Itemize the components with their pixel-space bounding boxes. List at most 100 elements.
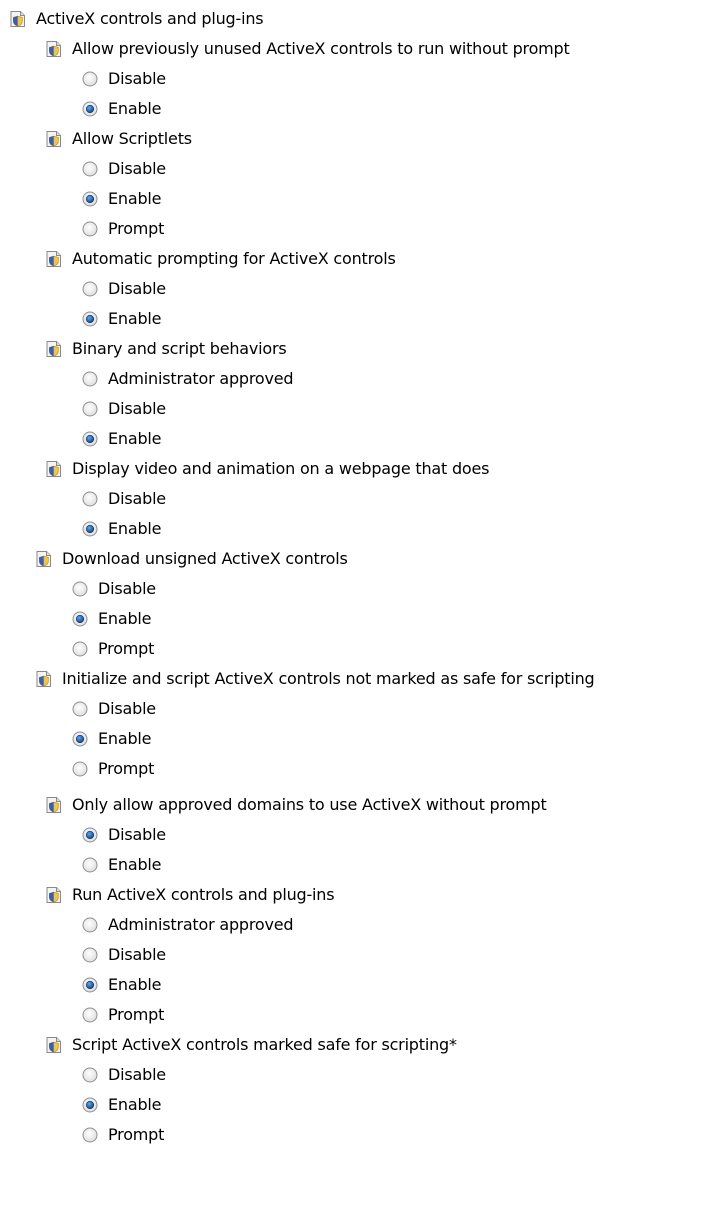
- option-disable[interactable]: Disable: [82, 154, 166, 184]
- setting-node[interactable]: Display video and animation on a webpage…: [44, 454, 490, 484]
- shield-settings-icon: [44, 249, 64, 269]
- setting-node[interactable]: Run ActiveX controls and plug-ins: [44, 880, 335, 910]
- option-label: Disable: [108, 945, 166, 964]
- shield-settings-icon: [44, 459, 64, 479]
- option-administrator-approved[interactable]: Administrator approved: [82, 910, 294, 940]
- radio-unchecked-icon[interactable]: [82, 917, 98, 933]
- option-label: Prompt: [108, 1125, 165, 1144]
- option-enable[interactable]: Enable: [82, 514, 162, 544]
- radio-checked-icon[interactable]: [82, 827, 98, 843]
- option-enable[interactable]: Enable: [82, 850, 162, 880]
- option-enable[interactable]: Enable: [82, 304, 162, 334]
- option-enable[interactable]: Enable: [82, 424, 162, 454]
- option-enable[interactable]: Enable: [82, 184, 162, 214]
- radio-checked-icon[interactable]: [72, 611, 88, 627]
- radio-checked-icon[interactable]: [82, 521, 98, 537]
- option-label: Administrator approved: [108, 369, 294, 388]
- radio-unchecked-icon[interactable]: [82, 1127, 98, 1143]
- radio-checked-icon[interactable]: [82, 101, 98, 117]
- option-label: Prompt: [98, 639, 155, 658]
- shield-settings-icon: [8, 9, 28, 29]
- option-prompt[interactable]: Prompt: [82, 214, 164, 244]
- option-enable[interactable]: Enable: [82, 94, 162, 124]
- radio-unchecked-icon[interactable]: [72, 761, 88, 777]
- option-disable[interactable]: Disable: [82, 394, 166, 424]
- option-disable[interactable]: Disable: [82, 1060, 166, 1090]
- setting-label: Display video and animation on a webpage…: [72, 459, 490, 478]
- option-prompt[interactable]: Prompt: [72, 634, 154, 664]
- option-disable[interactable]: Disable: [82, 484, 166, 514]
- radio-unchecked-icon[interactable]: [82, 947, 98, 963]
- radio-unchecked-icon[interactable]: [82, 491, 98, 507]
- option-label: Disable: [108, 279, 166, 298]
- option-prompt[interactable]: Prompt: [82, 1120, 164, 1150]
- option-label: Enable: [108, 99, 162, 118]
- radio-unchecked-icon[interactable]: [82, 161, 98, 177]
- radio-checked-icon[interactable]: [82, 191, 98, 207]
- option-enable[interactable]: Enable: [72, 724, 152, 754]
- option-label: Enable: [108, 189, 162, 208]
- option-label: Enable: [108, 309, 162, 328]
- setting-node[interactable]: Binary and script behaviors: [44, 334, 287, 364]
- radio-unchecked-icon[interactable]: [82, 71, 98, 87]
- radio-unchecked-icon[interactable]: [82, 401, 98, 417]
- shield-settings-icon: [44, 885, 64, 905]
- setting-node[interactable]: Allow Scriptlets: [44, 124, 192, 154]
- radio-unchecked-icon[interactable]: [82, 857, 98, 873]
- option-administrator-approved[interactable]: Administrator approved: [82, 364, 294, 394]
- option-disable[interactable]: Disable: [82, 64, 166, 94]
- option-disable[interactable]: Disable: [72, 574, 156, 604]
- radio-checked-icon[interactable]: [82, 311, 98, 327]
- setting-label: Only allow approved domains to use Activ…: [72, 795, 547, 814]
- option-label: Disable: [98, 579, 156, 598]
- option-label: Enable: [98, 609, 152, 628]
- option-label: Prompt: [108, 1005, 165, 1024]
- option-label: Enable: [108, 519, 162, 538]
- setting-node[interactable]: Only allow approved domains to use Activ…: [44, 790, 547, 820]
- option-label: Administrator approved: [108, 915, 294, 934]
- option-label: Enable: [108, 975, 162, 994]
- radio-checked-icon[interactable]: [82, 1097, 98, 1113]
- option-disable[interactable]: Disable: [82, 940, 166, 970]
- setting-node[interactable]: Automatic prompting for ActiveX controls: [44, 244, 396, 274]
- setting-label: Script ActiveX controls marked safe for …: [72, 1035, 457, 1054]
- radio-unchecked-icon[interactable]: [82, 221, 98, 237]
- shield-settings-icon: [34, 669, 54, 689]
- option-label: Prompt: [98, 759, 155, 778]
- radio-unchecked-icon[interactable]: [72, 581, 88, 597]
- setting-label: Automatic prompting for ActiveX controls: [72, 249, 396, 268]
- shield-settings-icon: [44, 339, 64, 359]
- option-label: Disable: [108, 69, 166, 88]
- setting-label: Download unsigned ActiveX controls: [62, 549, 348, 568]
- radio-unchecked-icon[interactable]: [72, 701, 88, 717]
- setting-label: Binary and script behaviors: [72, 339, 287, 358]
- radio-checked-icon[interactable]: [82, 977, 98, 993]
- setting-node[interactable]: Initialize and script ActiveX controls n…: [34, 664, 595, 694]
- radio-unchecked-icon[interactable]: [82, 1007, 98, 1023]
- option-enable[interactable]: Enable: [72, 604, 152, 634]
- setting-node[interactable]: Script ActiveX controls marked safe for …: [44, 1030, 457, 1060]
- option-prompt[interactable]: Prompt: [72, 754, 154, 784]
- radio-checked-icon[interactable]: [72, 731, 88, 747]
- setting-node[interactable]: Allow previously unused ActiveX controls…: [44, 34, 570, 64]
- option-enable[interactable]: Enable: [82, 1090, 162, 1120]
- radio-checked-icon[interactable]: [82, 431, 98, 447]
- setting-node[interactable]: Download unsigned ActiveX controls: [34, 544, 348, 574]
- option-label: Disable: [108, 825, 166, 844]
- radio-unchecked-icon[interactable]: [82, 371, 98, 387]
- radio-unchecked-icon[interactable]: [72, 641, 88, 657]
- option-enable[interactable]: Enable: [82, 970, 162, 1000]
- tree-root-node[interactable]: ActiveX controls and plug-ins: [8, 4, 264, 34]
- option-label: Disable: [108, 399, 166, 418]
- option-label: Enable: [98, 729, 152, 748]
- option-disable[interactable]: Disable: [82, 820, 166, 850]
- radio-unchecked-icon[interactable]: [82, 1067, 98, 1083]
- setting-label: Run ActiveX controls and plug-ins: [72, 885, 335, 904]
- option-label: Prompt: [108, 219, 165, 238]
- option-prompt[interactable]: Prompt: [82, 1000, 164, 1030]
- option-label: Disable: [108, 489, 166, 508]
- option-disable[interactable]: Disable: [82, 274, 166, 304]
- option-disable[interactable]: Disable: [72, 694, 156, 724]
- radio-unchecked-icon[interactable]: [82, 281, 98, 297]
- shield-settings-icon: [44, 795, 64, 815]
